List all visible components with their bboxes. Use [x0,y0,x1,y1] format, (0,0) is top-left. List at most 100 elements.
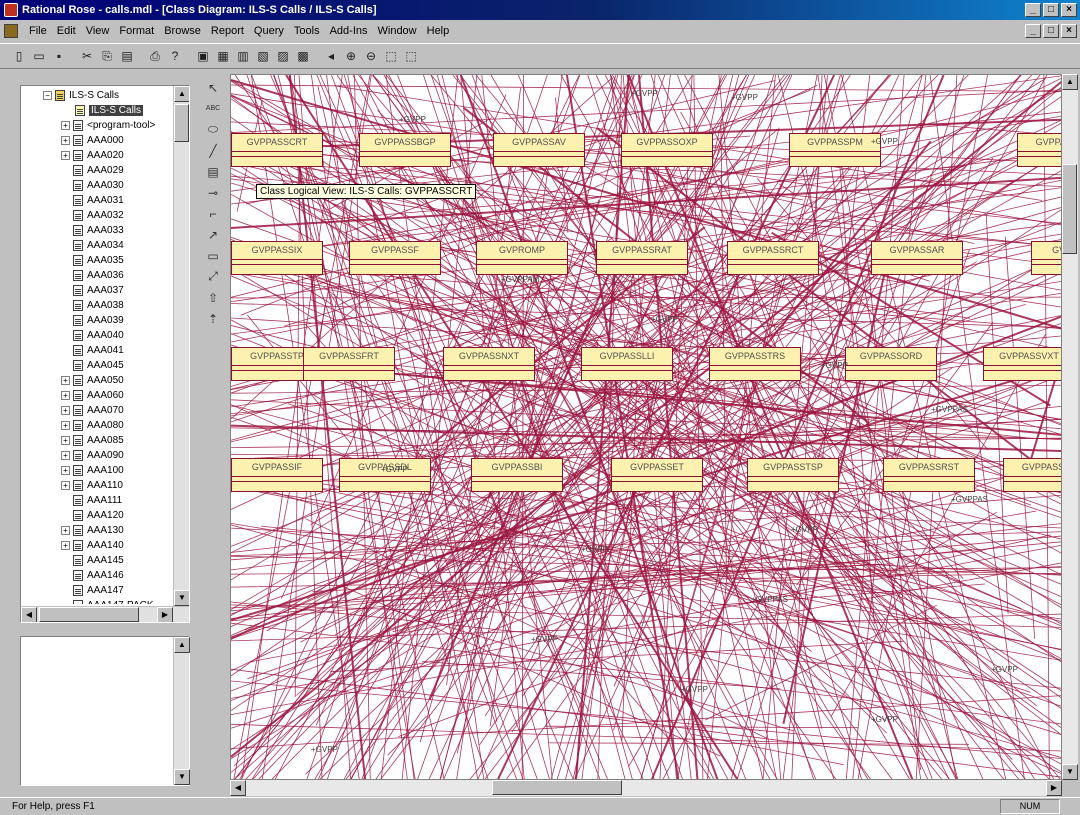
browser-horizontal-scrollbar[interactable]: ◀ ▶ [21,606,189,622]
scroll-right-icon[interactable]: ▶ [1046,780,1062,796]
class-box[interactable]: GVPPASSPM [789,133,881,167]
class-box[interactable]: GVPPASSAV [493,133,585,167]
rational-rose-icon[interactable] [4,3,18,17]
hscroll-thumb[interactable] [39,607,139,622]
class-box[interactable]: GVPPASSF [349,241,441,275]
tree-item[interactable]: + AAA060 [21,388,174,403]
tree-item[interactable]: + AAA090 [21,448,174,463]
tree-item[interactable]: AAA034 [21,238,174,253]
zoom-in-icon[interactable]: ⊕ [342,47,360,65]
collapse-icon[interactable]: − [43,91,52,100]
class-box[interactable]: GVPPASSLLI [581,347,673,381]
tree-item[interactable]: + AAA080 [21,418,174,433]
association-line[interactable] [863,222,921,771]
menu-help[interactable]: Help [422,25,455,37]
class-diagram-canvas[interactable]: Class Logical View: ILS-S Calls: GVPPASS… [230,74,1062,780]
expand-icon[interactable]: + [61,391,70,400]
expand-icon[interactable]: + [61,421,70,430]
expand-icon[interactable]: + [61,151,70,160]
class-box[interactable]: GVPPASSBGP [359,133,451,167]
tree-item[interactable]: + AAA000 [21,133,174,148]
realize-icon[interactable]: ⇡ [203,309,223,328]
scroll-down-icon[interactable]: ▼ [1062,764,1078,780]
tree-item[interactable]: AAA040 [21,328,174,343]
tree-item[interactable]: + AAA050 [21,373,174,388]
use-case-diagram-icon[interactable]: ▥ [234,47,252,65]
class-box[interactable]: GVPPASSNXT [443,347,535,381]
tree-item[interactable]: AAA037 [21,283,174,298]
dependency-icon[interactable]: ⤢ [203,267,223,286]
documentation-pane[interactable]: ▲ ▼ [20,636,190,786]
tree-item[interactable]: + AAA110 [21,478,174,493]
undo-fit-icon[interactable]: ⬚ [402,47,420,65]
tree-item[interactable]: AAA145 [21,553,174,568]
association-line[interactable] [545,725,859,729]
scroll-thumb[interactable] [174,104,189,142]
cut-icon[interactable]: ✂ [78,47,96,65]
tree-item[interactable]: AAA031 [21,193,174,208]
close-button[interactable]: × [1061,3,1077,17]
scroll-up-icon[interactable]: ▲ [174,86,189,102]
doc-minimize-button[interactable]: _ [1025,24,1041,38]
menu-tools[interactable]: Tools [289,25,325,37]
menu-view[interactable]: View [81,25,115,37]
class-box[interactable]: GVPPASSTRS [709,347,801,381]
tree-item[interactable]: + AAA100 [21,463,174,478]
tree-item[interactable]: + AAA130 [21,523,174,538]
association-line[interactable] [388,75,771,780]
diagram-vscroll-thumb[interactable] [1062,164,1077,254]
association-icon[interactable]: ⌐ [203,204,223,223]
diagram-vertical-scrollbar[interactable]: ▲ ▼ [1062,74,1078,780]
class-box[interactable]: GVPPASSOXP [621,133,713,167]
class-box[interactable]: GVPPASSFRT [303,347,395,381]
tree-item[interactable]: AAA032 [21,208,174,223]
print-icon[interactable]: ⎙ [146,47,164,65]
open-icon[interactable]: ▭ [30,47,48,65]
tree-item[interactable]: AAA030 [21,178,174,193]
association-line[interactable] [521,75,525,780]
tree-item[interactable]: + AAA140 [21,538,174,553]
interface-icon[interactable]: ⊸ [203,183,223,202]
diagram-hscroll-thumb[interactable] [492,780,622,795]
class-box[interactable]: GVPPASSGL [1003,458,1061,492]
class-box[interactable]: GVPPASSIF [231,458,323,492]
expand-icon[interactable]: + [61,406,70,415]
expand-icon[interactable]: + [61,481,70,490]
scroll-right-icon[interactable]: ▶ [157,607,173,622]
association-line[interactable] [477,75,793,780]
association-line[interactable] [630,510,1037,583]
expand-icon[interactable]: + [61,436,70,445]
tree-item[interactable]: AAA045 [21,358,174,373]
association-line[interactable] [650,75,862,780]
tree-root-package[interactable]: − ILS-S Calls [21,88,174,103]
tree-item[interactable]: AAA146 [21,568,174,583]
paste-icon[interactable]: ▤ [118,47,136,65]
class-box[interactable]: GVPPASSORD [845,347,937,381]
class-box[interactable]: GVPPASSIX [231,241,323,275]
zoom-out-icon[interactable]: ⊖ [362,47,380,65]
menu-window[interactable]: Window [373,25,422,37]
scroll-up-icon[interactable]: ▲ [1062,74,1078,90]
copy-icon[interactable]: ⎘ [98,47,116,65]
context-help-icon[interactable]: ? [166,47,184,65]
previous-diagram-icon[interactable]: ◂ [322,47,340,65]
scroll-down-icon[interactable]: ▼ [174,590,189,606]
class-box[interactable]: GVPPASSRST [883,458,975,492]
class-box[interactable]: GVPPASSM [1031,241,1061,275]
class-icon[interactable]: ▤ [203,162,223,181]
menu-file[interactable]: File [24,25,52,37]
tree-item[interactable]: AAA041 [21,343,174,358]
scroll-left-icon[interactable]: ◀ [230,780,246,796]
document-system-menu-icon[interactable] [4,24,18,38]
selection-arrow-icon[interactable]: ↖ [203,78,223,97]
class-box[interactable]: GVPPASSAR [871,241,963,275]
tree-item[interactable]: + AAA085 [21,433,174,448]
scroll-up-icon[interactable]: ▲ [174,637,190,653]
class-box[interactable]: GVPROMP [476,241,568,275]
expand-icon[interactable]: + [61,526,70,535]
diagram-horizontal-scrollbar[interactable]: ◀ ▶ [230,780,1062,796]
association-line[interactable] [595,75,929,780]
association-line[interactable] [359,75,729,780]
tree-item[interactable]: AAA038 [21,298,174,313]
expand-icon[interactable]: + [61,541,70,550]
